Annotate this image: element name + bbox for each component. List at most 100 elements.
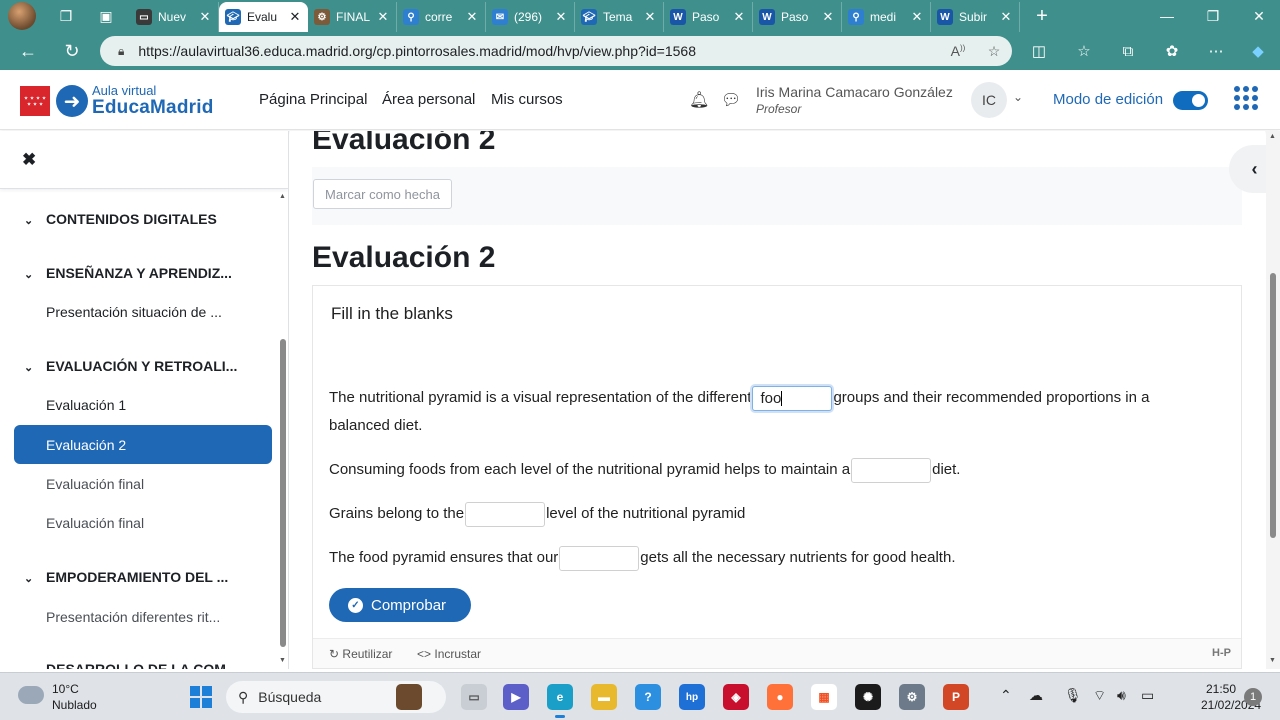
- microphone-icon[interactable]: 🎙︎: [1064, 687, 1082, 704]
- close-tab-icon[interactable]: ✕: [554, 9, 568, 25]
- powerpoint-icon[interactable]: P: [943, 684, 969, 710]
- page-scrollbar[interactable]: ▲ ▼: [1266, 131, 1280, 669]
- drawer-item-evaluacion-final-2[interactable]: Evaluación final: [46, 515, 144, 531]
- logo-title[interactable]: EducaMadrid: [92, 97, 214, 119]
- read-aloud-icon[interactable]: A)): [940, 43, 976, 59]
- favorite-star-icon[interactable]: ☆: [976, 43, 1012, 60]
- chevron-up-icon[interactable]: ⌃: [1000, 687, 1012, 704]
- more-menu-icon[interactable]: ⋯: [1205, 40, 1227, 62]
- graduation-cap-icon: 🎓︎: [581, 9, 597, 25]
- activity-header-title: Evaluación 2: [312, 131, 496, 156]
- drawer-scrollbar[interactable]: ▲ ▼: [279, 191, 287, 667]
- notifications-bell-icon[interactable]: 🔔︎: [689, 90, 709, 110]
- close-tab-icon[interactable]: ✕: [465, 9, 479, 25]
- close-tab-icon[interactable]: ✕: [198, 9, 212, 25]
- drawer-item-evaluacion-1[interactable]: Evaluación 1: [46, 397, 126, 413]
- blank-input-2[interactable]: [851, 457, 932, 483]
- file-explorer-icon[interactable]: ▬: [591, 684, 617, 710]
- onedrive-cloud-icon[interactable]: ☁: [1029, 687, 1043, 704]
- nav-my-courses[interactable]: Mis cursos: [491, 91, 563, 108]
- wifi-icon[interactable]: ⌔: [1093, 687, 1106, 705]
- clock-time[interactable]: 21:50: [1206, 682, 1236, 696]
- close-tab-icon[interactable]: ✕: [910, 9, 924, 25]
- edge-browser-icon[interactable]: e: [547, 684, 573, 718]
- drawer-item-evaluacion-2[interactable]: Evaluación 2: [14, 425, 272, 464]
- refresh-button[interactable]: ↻: [58, 37, 86, 65]
- section-contenidos-digitales[interactable]: ⌄ CONTENIDOS DIGITALES: [24, 211, 217, 227]
- browser-tab-6[interactable]: 🎓︎ Tema ✕: [575, 2, 664, 32]
- apps-grid-icon[interactable]: [1234, 86, 1258, 110]
- close-tab-icon[interactable]: ✕: [732, 9, 746, 25]
- nav-home[interactable]: Página Principal: [259, 91, 367, 108]
- browser-tab-5[interactable]: ✉ (296) ✕: [486, 2, 575, 32]
- drawer-item-presentacion-situacion[interactable]: Presentación situación de ...: [46, 304, 222, 320]
- browser-tab-7[interactable]: W Paso ✕: [664, 2, 753, 32]
- people-app-icon[interactable]: [396, 684, 422, 710]
- educamadrid-logo-icon[interactable]: ➜: [56, 85, 88, 117]
- mark-as-done-button[interactable]: Marcar como hecha: [313, 179, 452, 209]
- browser-tab-3[interactable]: ⚙ FINAL ✕: [308, 2, 397, 32]
- favorites-icon[interactable]: ☆: [1073, 40, 1095, 62]
- close-tab-icon[interactable]: ✕: [288, 9, 302, 25]
- teams-icon[interactable]: ▶: [503, 684, 529, 710]
- file-explorer-gallery-icon[interactable]: ▭: [461, 684, 487, 710]
- tab-actions-icon[interactable]: ▣: [96, 6, 116, 26]
- url-field[interactable]: 🔒︎ https://aulavirtual36.educa.madrid.or…: [100, 36, 1012, 66]
- close-window-button[interactable]: ✕: [1236, 0, 1280, 32]
- embed-link[interactable]: <> Incrustar: [417, 647, 481, 661]
- browser-tab-8[interactable]: W Paso ✕: [753, 2, 842, 32]
- profile-avatar[interactable]: [8, 2, 36, 30]
- settings-gear-icon[interactable]: ⚙: [899, 684, 925, 710]
- weather-description[interactable]: Nublado: [52, 698, 97, 712]
- close-tab-icon[interactable]: ✕: [821, 9, 835, 25]
- collections-icon[interactable]: ⧉: [1117, 40, 1139, 62]
- workspaces-icon[interactable]: ❐: [56, 6, 76, 26]
- reuse-link[interactable]: ↻ Reutilizar: [329, 647, 392, 661]
- notification-badge[interactable]: 1: [1244, 688, 1262, 706]
- hp-app-icon[interactable]: hp: [679, 684, 705, 710]
- windows-start-icon[interactable]: [190, 686, 212, 708]
- browser-tab-4[interactable]: ⚲ corre ✕: [397, 2, 486, 32]
- blank-input-1[interactable]: foo: [752, 385, 833, 411]
- section-empoderamiento[interactable]: ⌄ EMPODERAMIENTO DEL ...: [24, 569, 228, 585]
- close-tab-icon[interactable]: ✕: [376, 9, 390, 25]
- microsoft-store-icon[interactable]: ▦: [811, 684, 837, 710]
- volume-icon[interactable]: 🔊︎: [1117, 687, 1126, 704]
- copilot-icon[interactable]: ◆: [1247, 40, 1269, 62]
- restore-button[interactable]: ❐: [1190, 0, 1236, 32]
- back-button[interactable]: ←: [14, 37, 42, 65]
- site-header: ➜ Aula virtual EducaMadrid Página Princi…: [0, 70, 1280, 130]
- help-app-icon[interactable]: ?: [635, 684, 661, 710]
- section-ensenanza[interactable]: ⌄ ENSEÑANZA Y APRENDIZ...: [24, 265, 232, 281]
- drawer-item-evaluacion-final[interactable]: Evaluación final: [46, 476, 144, 492]
- section-desarrollo[interactable]: ⌄DESARROLLO DE LA COM...: [24, 661, 238, 669]
- h5p-logo[interactable]: H-P: [1212, 647, 1231, 659]
- chatgpt-icon[interactable]: ✺: [855, 684, 881, 710]
- chevron-down-icon[interactable]: ⌄: [1013, 90, 1023, 104]
- extensions-icon[interactable]: ✿: [1161, 40, 1183, 62]
- blank-input-3[interactable]: [465, 501, 546, 527]
- messages-icon[interactable]: 💬︎: [721, 90, 741, 110]
- browser-tab-9[interactable]: ⚲ medi ✕: [842, 2, 931, 32]
- blank-input-4[interactable]: [559, 545, 640, 571]
- mcafee-icon[interactable]: ◈: [723, 684, 749, 710]
- section-evaluacion[interactable]: ⌄ EVALUACIÓN Y RETROALI...: [24, 358, 237, 374]
- cloud-icon[interactable]: [18, 686, 44, 704]
- check-button[interactable]: ✓ Comprobar: [329, 588, 471, 622]
- drawer-item-presentacion-ritmos[interactable]: Presentación diferentes rit...: [46, 609, 220, 625]
- browser-tab-10[interactable]: W Subir ✕: [931, 2, 1020, 32]
- close-tab-icon[interactable]: ✕: [999, 9, 1013, 25]
- battery-icon[interactable]: ▭: [1141, 687, 1154, 704]
- user-avatar[interactable]: IC: [971, 82, 1007, 118]
- close-tab-icon[interactable]: ✕: [643, 9, 657, 25]
- nav-dashboard[interactable]: Área personal: [382, 91, 475, 108]
- close-drawer-icon[interactable]: ✖: [22, 150, 36, 170]
- edit-mode-toggle[interactable]: [1173, 91, 1208, 110]
- weather-temperature[interactable]: 10°C: [52, 682, 79, 696]
- split-screen-icon[interactable]: ◫: [1028, 40, 1050, 62]
- browser-tab-1[interactable]: ▭ Nuev ✕: [130, 2, 219, 32]
- minimize-button[interactable]: —: [1144, 0, 1190, 32]
- browser-tab-2[interactable]: 🎓︎ Evalu ✕: [219, 2, 308, 32]
- firefox-icon[interactable]: ●: [767, 684, 793, 710]
- new-tab-button[interactable]: +: [1030, 5, 1054, 28]
